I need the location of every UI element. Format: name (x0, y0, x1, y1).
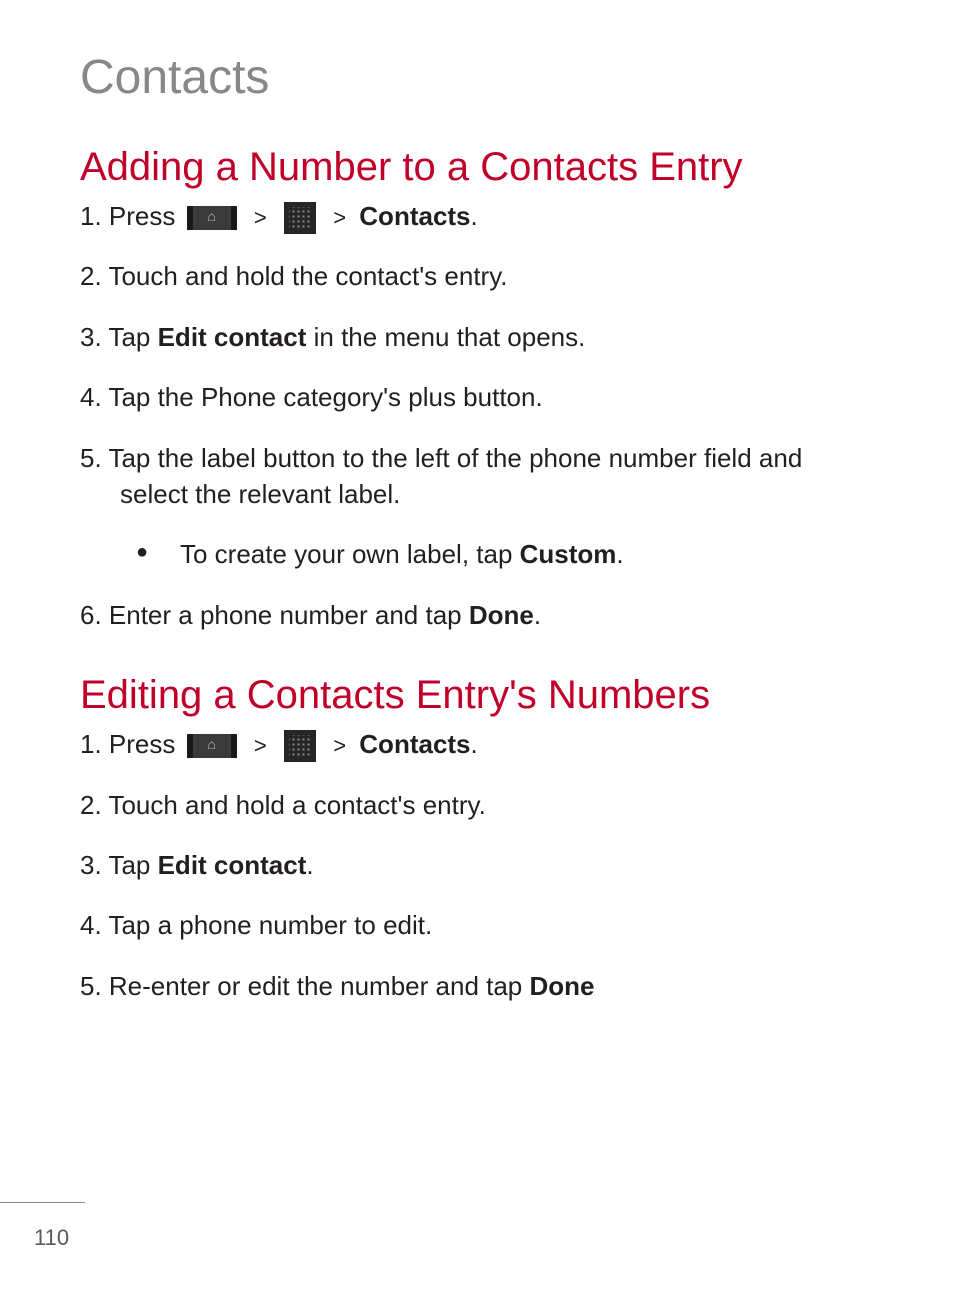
separator-icon: > (333, 203, 346, 234)
text-punct: . (306, 850, 313, 880)
step-text: Press (109, 729, 175, 759)
apps-grid-icon (284, 730, 316, 762)
menu-item-edit-contact: Edit contact (158, 850, 307, 880)
home-button-icon (187, 206, 237, 230)
step-2-b: 2. Touch and hold a contact's entry. (80, 787, 874, 823)
menu-item-custom: Custom (520, 539, 617, 569)
step-number: 1. (80, 729, 102, 759)
step-3-b: 3. Tap Edit contact. (80, 847, 874, 883)
home-button-icon (187, 734, 237, 758)
menu-item-contacts: Contacts (359, 729, 470, 759)
step-5: 5. Tap the label button to the left of t… (80, 440, 874, 513)
step-text: in the menu that opens. (306, 322, 585, 352)
step-4: 4. Tap the Phone category's plus button. (80, 379, 874, 415)
section-heading-editing: Editing a Contacts Entry's Numbers (80, 673, 874, 718)
step-1-b: 1. Press > > Contacts. (80, 726, 874, 762)
step-number: 1. (80, 201, 102, 231)
separator-icon: > (333, 731, 346, 762)
section-heading-adding: Adding a Number to a Contacts Entry (80, 145, 874, 190)
step-1: 1. Press > > Contacts. (80, 198, 874, 234)
menu-item-contacts: Contacts (359, 201, 470, 231)
button-done: Done (530, 971, 595, 1001)
footer-divider (0, 1202, 85, 1203)
menu-item-edit-contact: Edit contact (158, 322, 307, 352)
step-3: 3. Tap Edit contact in the menu that ope… (80, 319, 874, 355)
text-punct: . (616, 539, 623, 569)
bullet-custom-label: To create your own label, tap Custom. (80, 536, 874, 572)
step-6: 6. Enter a phone number and tap Done. (80, 597, 874, 633)
step-text: 5. Re-enter or edit the number and tap (80, 971, 530, 1001)
page-number: 110 (34, 1225, 69, 1251)
apps-grid-icon (284, 202, 316, 234)
step-text: Press (109, 201, 175, 231)
step-5-b: 5. Re-enter or edit the number and tap D… (80, 968, 874, 1004)
text-punct: . (471, 201, 478, 231)
text-punct: . (471, 729, 478, 759)
separator-icon: > (254, 203, 267, 234)
page-title: Contacts (80, 50, 874, 105)
bullet-text: To create your own label, tap (180, 539, 520, 569)
step-2: 2. Touch and hold the contact's entry. (80, 258, 874, 294)
button-done: Done (469, 600, 534, 630)
step-text: 6. Enter a phone number and tap (80, 600, 469, 630)
step-text: 3. Tap (80, 322, 158, 352)
step-text: 3. Tap (80, 850, 158, 880)
step-4-b: 4. Tap a phone number to edit. (80, 907, 874, 943)
separator-icon: > (254, 731, 267, 762)
text-punct: . (534, 600, 541, 630)
